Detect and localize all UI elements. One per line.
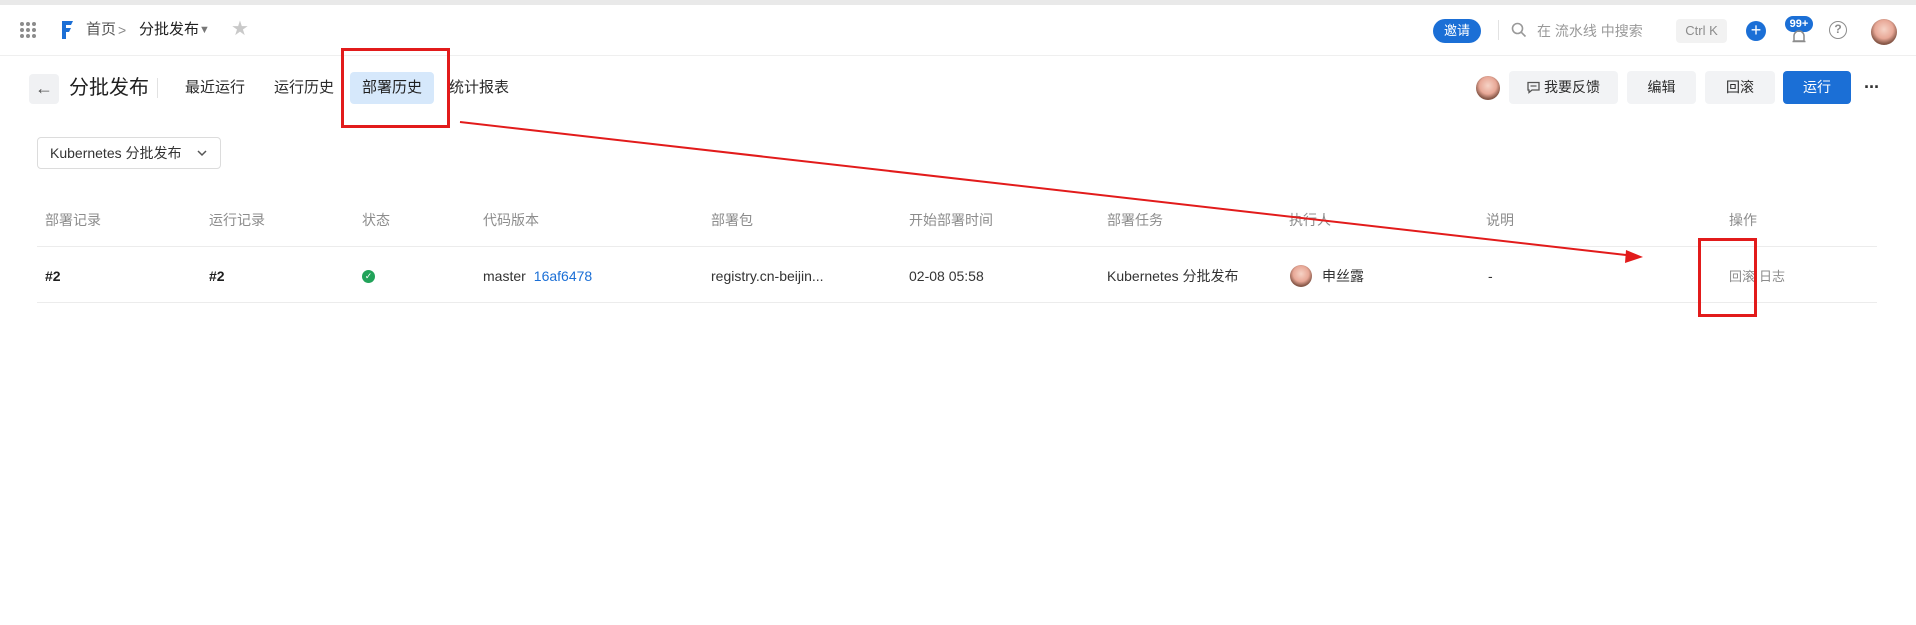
more-icon[interactable]: ··· (1864, 78, 1880, 96)
package-name[interactable]: registry.cn-beijin... (711, 265, 824, 287)
tab-run-history[interactable]: 运行历史 (262, 72, 346, 104)
search-input[interactable]: 在 流水线 中搜索 (1511, 18, 1651, 44)
executor-name: 申丝露 (1322, 268, 1364, 284)
breadcrumb-separator: > (118, 22, 127, 38)
column-header-task: 部署任务 (1107, 212, 1163, 228)
code-version: master 16af6478 (483, 265, 592, 287)
column-header-status: 状态 (362, 212, 390, 228)
notification-button[interactable]: 99+ (1781, 16, 1815, 46)
chat-icon (1527, 81, 1540, 94)
invite-button[interactable]: 邀请 (1433, 19, 1481, 43)
run-button[interactable]: 运行 (1783, 71, 1851, 104)
shortcut-hint: Ctrl K (1676, 19, 1727, 43)
tab-recent-runs[interactable]: 最近运行 (173, 72, 257, 104)
bell-icon (1792, 30, 1806, 43)
column-header-deploy-record: 部署记录 (45, 212, 101, 228)
check-circle-icon: ✓ (362, 270, 375, 283)
rollback-button[interactable]: 回滚 (1705, 71, 1775, 104)
search-icon (1511, 22, 1527, 38)
table-row-divider (37, 302, 1877, 303)
divider (1498, 20, 1499, 40)
commit-link[interactable]: 16af6478 (534, 268, 592, 284)
plus-icon[interactable]: + (1746, 21, 1766, 41)
start-time: 02-08 05:58 (909, 268, 984, 284)
table-header-divider (37, 246, 1877, 247)
deploy-task: Kubernetes 分批发布 (1107, 268, 1239, 284)
column-header-run-record: 运行记录 (209, 212, 265, 228)
annotation-box-rollback (1698, 238, 1757, 317)
back-button[interactable]: ← (29, 74, 59, 104)
avatar (1290, 265, 1312, 287)
search-placeholder: 在 流水线 中搜索 (1537, 23, 1643, 39)
description: - (1488, 268, 1493, 284)
edit-button[interactable]: 编辑 (1627, 71, 1696, 104)
log-action-link[interactable]: 日志 (1759, 268, 1785, 286)
page-title: 分批发布 (69, 77, 149, 99)
breadcrumb-home[interactable]: 首页 (86, 5, 116, 55)
help-icon[interactable]: ? (1829, 21, 1847, 39)
apps-grid-icon[interactable] (20, 22, 36, 38)
feedback-button[interactable]: 我要反馈 (1509, 71, 1618, 104)
column-header-executor: 执行人 (1289, 212, 1331, 228)
chevron-down-icon[interactable]: ▼ (199, 5, 210, 55)
annotation-box-tab (341, 48, 450, 128)
breadcrumb-current[interactable]: 分批发布 (139, 5, 199, 55)
pipeline-task-select[interactable]: Kubernetes 分批发布 (37, 137, 221, 169)
logo-icon[interactable] (58, 19, 76, 41)
star-icon[interactable]: ★ (231, 19, 249, 39)
divider (157, 78, 158, 98)
column-header-package: 部署包 (711, 212, 753, 228)
column-header-description: 说明 (1486, 212, 1514, 228)
top-navigation-bar: 首页 > 分批发布 ▼ ★ 邀请 在 流水线 中搜索 Ctrl K + 99+ … (0, 5, 1916, 56)
branch-name: master (483, 268, 526, 284)
user-avatar[interactable] (1871, 19, 1897, 45)
run-record-link[interactable]: #2 (209, 265, 225, 287)
member-avatar[interactable] (1476, 76, 1500, 100)
feedback-label: 我要反馈 (1544, 79, 1600, 95)
select-value: Kubernetes 分批发布 (50, 145, 182, 161)
column-header-start-time: 开始部署时间 (909, 212, 993, 228)
column-header-code-version: 代码版本 (483, 212, 539, 228)
deploy-record-link[interactable]: #2 (45, 265, 61, 287)
column-header-actions: 操作 (1729, 212, 1757, 228)
chevron-down-icon (197, 150, 207, 157)
